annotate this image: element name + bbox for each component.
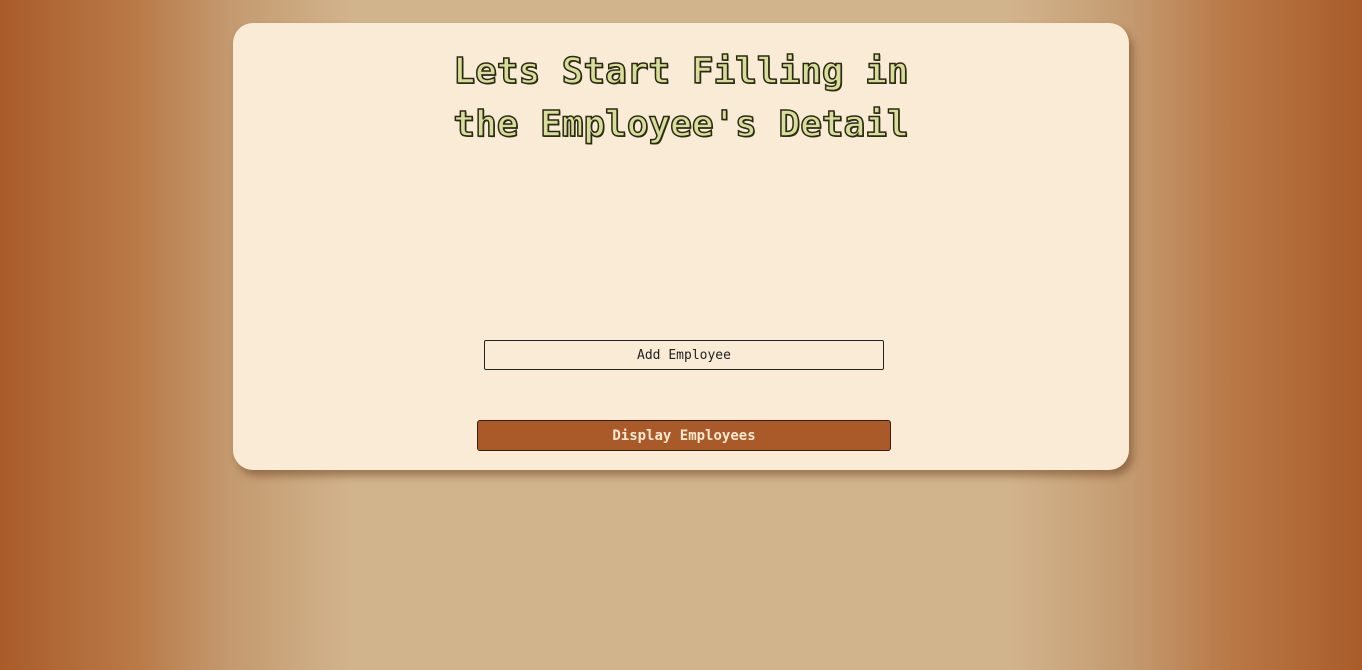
page-title: Lets Start Filling in the Employee's Det… [233, 45, 1129, 151]
page-title-line-2: the Employee's Detail [453, 103, 910, 146]
form-card: Lets Start Filling in the Employee's Det… [233, 23, 1129, 470]
page-title-line-1: Lets Start Filling in [453, 50, 910, 93]
display-employees-button[interactable]: Display Employees [477, 420, 891, 451]
add-employee-button[interactable]: Add Employee [484, 340, 884, 370]
